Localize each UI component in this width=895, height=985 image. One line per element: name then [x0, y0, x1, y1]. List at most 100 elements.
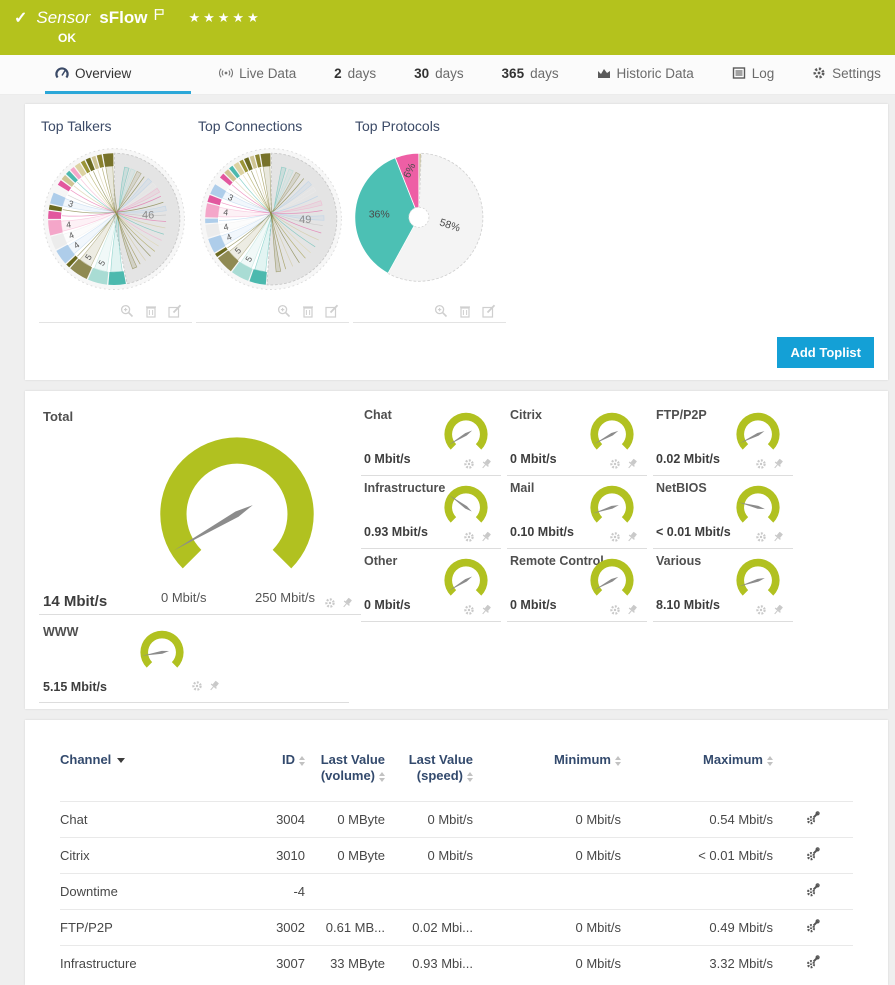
toplist-actions [196, 304, 349, 322]
cell-maximum: 0.54 Mbit/s [621, 801, 773, 837]
cell-last-value-speed: 0.93 Mbi... [385, 945, 473, 981]
channel-settings-icon[interactable] [806, 847, 820, 861]
channel-table-panel: Channel ID Last Value (volume) Last Valu… [25, 720, 888, 985]
table-row[interactable]: FTP/P2P 3002 0.61 MB... 0.02 Mbi... 0 Mb… [60, 909, 853, 945]
tab-overview[interactable]: Overview [45, 55, 191, 94]
table-row[interactable]: Citrix 3010 0 MByte 0 Mbit/s 0 Mbit/s < … [60, 837, 853, 873]
gauge-channel-value: 5.15 Mbit/s [43, 680, 107, 694]
add-toplist-button[interactable]: Add Toplist [777, 337, 874, 368]
gear-icon[interactable] [463, 604, 475, 616]
pin-icon[interactable] [341, 597, 353, 609]
gauge-channel-label: Other [364, 554, 397, 568]
cell-channel[interactable]: Infrastructure [60, 945, 235, 981]
channel-settings-icon[interactable] [806, 955, 820, 969]
www-gauge-cell: WWW 5.15 Mbit/s [39, 615, 349, 703]
channel-settings-icon[interactable] [806, 883, 820, 897]
status-check-icon: ✓ [14, 8, 27, 28]
column-header-id[interactable]: ID [235, 746, 305, 801]
edit-icon[interactable] [482, 304, 496, 318]
channel-settings-icon[interactable] [806, 919, 820, 933]
tab-number: 365 [502, 66, 525, 81]
column-label: Maximum [703, 752, 763, 767]
table-row[interactable]: Downtime -4 [60, 873, 853, 909]
cell-channel[interactable]: Downtime [60, 873, 235, 909]
column-header-last-value-volume[interactable]: Last Value (volume) [305, 746, 385, 801]
pin-icon[interactable] [772, 458, 784, 470]
tab-log[interactable]: Log [722, 55, 785, 94]
column-sublabel: (speed) [417, 768, 463, 783]
tab-historic-data[interactable]: Historic Data [587, 55, 704, 94]
card-divider [39, 322, 192, 323]
gear-icon[interactable] [609, 604, 621, 616]
channel-table: Channel ID Last Value (volume) Last Valu… [60, 746, 853, 981]
column-header-settings [773, 746, 853, 801]
channel-settings-icon[interactable] [806, 811, 820, 825]
column-label: Minimum [554, 752, 611, 767]
cell-minimum: 0 Mbit/s [473, 909, 621, 945]
gauge-cell-actions [463, 458, 492, 470]
pin-icon[interactable] [626, 531, 638, 543]
column-header-maximum[interactable]: Maximum [621, 746, 773, 801]
gear-icon[interactable] [463, 458, 475, 470]
sensor-name: sFlow [99, 8, 147, 28]
gear-icon[interactable] [609, 531, 621, 543]
gear-icon [812, 66, 826, 80]
channel-gauge-cell: Various 8.10 Mbit/s [653, 549, 793, 622]
cell-maximum: < 0.01 Mbit/s [621, 837, 773, 873]
table-row[interactable]: Infrastructure 3007 33 MByte 0.93 Mbi...… [60, 945, 853, 981]
gear-icon[interactable] [609, 458, 621, 470]
sort-caret-icon [117, 758, 125, 763]
tab-settings[interactable]: Settings [802, 55, 891, 94]
cell-channel[interactable]: Citrix [60, 837, 235, 873]
gauge-channel-value: < 0.01 Mbit/s [656, 525, 731, 539]
column-header-last-value-speed[interactable]: Last Value (speed) [385, 746, 473, 801]
gear-icon[interactable] [755, 531, 767, 543]
gauge-channel-value: 8.10 Mbit/s [656, 598, 720, 612]
cell-channel[interactable]: Chat [60, 801, 235, 837]
cell-maximum: 3.32 Mbit/s [621, 945, 773, 981]
pin-icon[interactable] [480, 604, 492, 616]
sort-arrows-icon [615, 756, 621, 766]
flag-icon[interactable] [154, 8, 165, 21]
edit-icon[interactable] [168, 304, 182, 318]
tab-365-days[interactable]: 365 days [492, 55, 569, 94]
zoom-icon[interactable] [120, 304, 134, 318]
tab-live-data[interactable]: Live Data [209, 55, 306, 94]
delete-icon[interactable] [458, 304, 472, 318]
gear-icon[interactable] [755, 604, 767, 616]
priority-stars[interactable]: ★★★★★ [188, 10, 261, 26]
pin-icon[interactable] [480, 458, 492, 470]
gear-icon[interactable] [755, 458, 767, 470]
gauge-channel-value: 0 Mbit/s [364, 598, 411, 612]
gear-icon[interactable] [191, 680, 203, 692]
pin-icon[interactable] [626, 458, 638, 470]
zoom-icon[interactable] [277, 304, 291, 318]
pin-icon[interactable] [772, 531, 784, 543]
top-protocols-pie-chart[interactable]: 58%36%6% [353, 136, 503, 304]
pin-icon[interactable] [208, 680, 220, 692]
delete-icon[interactable] [301, 304, 315, 318]
gear-icon[interactable] [463, 531, 475, 543]
pin-icon[interactable] [480, 531, 492, 543]
column-header-channel[interactable]: Channel [60, 746, 235, 801]
pin-icon[interactable] [772, 604, 784, 616]
gauge-cell-actions [191, 680, 220, 692]
tab-30-days[interactable]: 30 days [404, 55, 474, 94]
gauge-cell-actions [755, 458, 784, 470]
column-header-minimum[interactable]: Minimum [473, 746, 621, 801]
zoom-icon[interactable] [434, 304, 448, 318]
delete-icon[interactable] [144, 304, 158, 318]
gauge-cell-actions [463, 531, 492, 543]
cell-id: -4 [235, 873, 305, 909]
top-talkers-chord-chart[interactable]: 46554443 [39, 136, 189, 304]
table-row[interactable]: Chat 3004 0 MByte 0 Mbit/s 0 Mbit/s 0.54… [60, 801, 853, 837]
cell-channel[interactable]: FTP/P2P [60, 909, 235, 945]
pin-icon[interactable] [626, 604, 638, 616]
top-connections-chord-chart[interactable]: 49554443 [196, 136, 346, 304]
gauge-channel-label: Total [43, 409, 73, 424]
live-signal-icon [219, 66, 233, 80]
edit-icon[interactable] [325, 304, 339, 318]
tab-2-days[interactable]: 2 days [324, 55, 386, 94]
gear-icon[interactable] [324, 597, 336, 609]
cell-settings [773, 945, 853, 981]
